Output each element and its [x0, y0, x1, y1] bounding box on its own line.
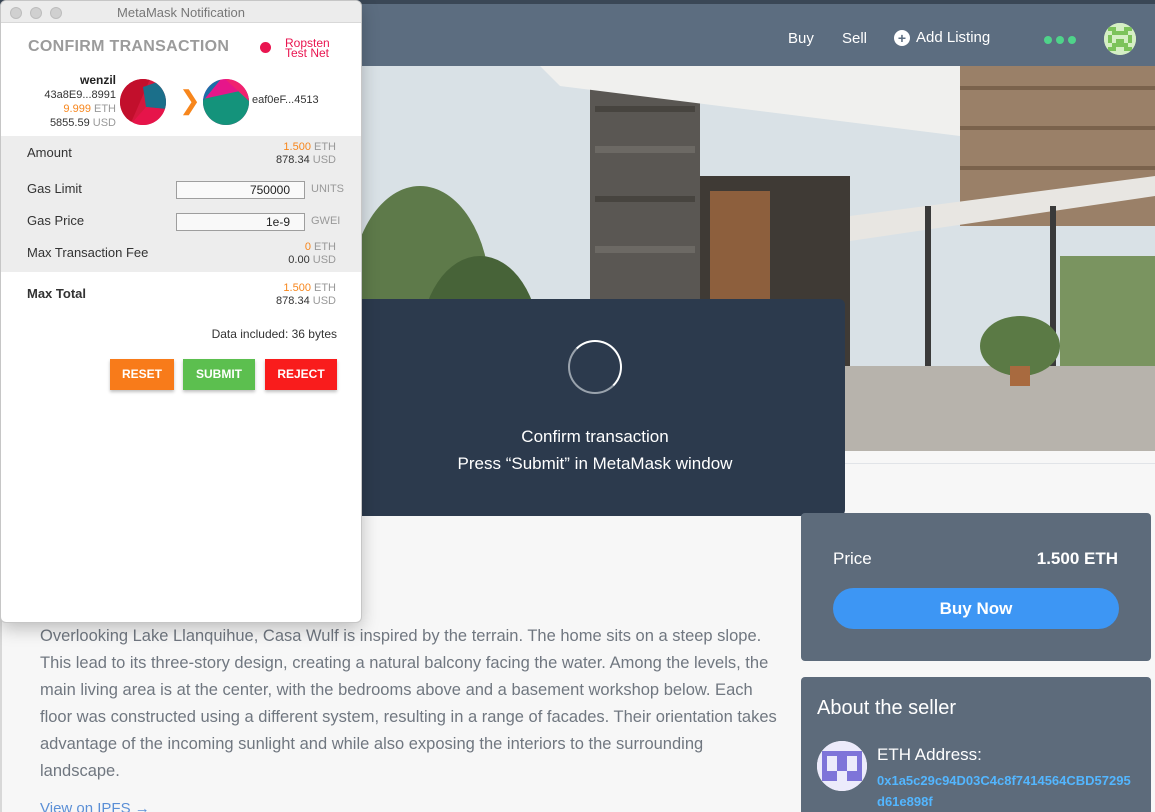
- amount-eth: 1.500 ETH: [283, 141, 336, 153]
- reject-button[interactable]: REJECT: [265, 359, 337, 390]
- gas-price-input[interactable]: [176, 213, 305, 231]
- gas-price-unit: GWEI: [311, 215, 341, 227]
- price-value: 1.500 ETH: [1036, 549, 1118, 568]
- reset-button[interactable]: RESET: [110, 359, 174, 390]
- amount-label: Amount: [27, 145, 72, 160]
- amount-usd: 878.34 USD: [276, 154, 336, 166]
- nav-add-listing-link[interactable]: + Add Listing: [894, 29, 990, 46]
- sender-address: 43a8E9...8991: [44, 89, 116, 101]
- max-fee-usd: 0.00 USD: [288, 254, 336, 266]
- data-included-note: Data included: 36 bytes: [211, 327, 337, 341]
- max-fee-usd-unit: USD: [312, 254, 336, 266]
- transaction-status-overlay: Confirm transaction Press “Submit” in Me…: [345, 299, 845, 516]
- plus-circle-icon: +: [894, 29, 910, 46]
- nav-sell-link[interactable]: Sell: [842, 30, 867, 47]
- max-total-usd-value: 878.34: [276, 295, 310, 307]
- buy-now-button[interactable]: Buy Now: [833, 588, 1119, 629]
- loading-spinner-icon: [568, 340, 622, 394]
- gas-limit-unit: UNITS: [311, 183, 344, 195]
- recipient-address: eaf0eF...4513: [252, 94, 319, 106]
- max-fee-eth-unit: ETH: [314, 241, 336, 253]
- seller-card: About the seller ETH Address: 0x1a5c29c9…: [801, 677, 1151, 812]
- window-titlebar: MetaMask Notification: [1, 1, 361, 23]
- window-title: MetaMask Notification: [117, 5, 245, 20]
- nav-buy-link[interactable]: Buy: [788, 30, 814, 47]
- nav-add-listing-label: Add Listing: [916, 29, 991, 46]
- amount-eth-unit: ETH: [314, 141, 336, 153]
- max-fee-eth-value: 0: [304, 241, 311, 253]
- max-total-eth-value: 1.500: [283, 282, 311, 294]
- ipfs-link[interactable]: View on IPFS →: [40, 800, 150, 812]
- gas-price-label: Gas Price: [27, 213, 85, 228]
- network-name[interactable]: Ropsten Test Net: [285, 37, 345, 59]
- seller-title: About the seller: [817, 697, 956, 719]
- amount-usd-unit: USD: [312, 154, 336, 166]
- eth-address-label: ETH Address:: [877, 745, 982, 764]
- sender-eth-value: 9.999: [63, 103, 91, 115]
- listing-description: Overlooking Lake Llanquihue, Casa Wulf i…: [40, 627, 777, 780]
- sender-eth-balance: 9.999 ETH: [31, 103, 116, 115]
- seller-avatar: [817, 741, 867, 791]
- eth-address-link[interactable]: 0x1a5c29c94D03C4c8f7414564CBD57295d61e89…: [877, 770, 1137, 812]
- sender-identicon: [120, 79, 166, 125]
- submit-button[interactable]: SUBMIT: [183, 359, 255, 390]
- sender-eth-unit: ETH: [94, 103, 116, 115]
- user-avatar[interactable]: [1104, 23, 1136, 55]
- metamask-notification-window: MetaMask Notification CONFIRM TRANSACTIO…: [1, 1, 361, 622]
- max-fee-label: Max Transaction Fee: [27, 245, 149, 260]
- sender-usd-balance: 5855.59 USD: [31, 117, 116, 129]
- chevron-right-icon: ❯: [179, 85, 201, 115]
- max-total-eth: 1.500 ETH: [283, 282, 336, 294]
- more-dots-icon[interactable]: [1044, 36, 1076, 44]
- max-total-label: Max Total: [27, 286, 86, 301]
- overlay-title: Confirm transaction: [521, 427, 669, 446]
- max-total-usd-unit: USD: [312, 295, 336, 307]
- amount-eth-value: 1.500: [283, 141, 311, 153]
- confirm-transaction-heading: CONFIRM TRANSACTION: [28, 38, 230, 55]
- price-card: Price 1.500 ETH Buy Now: [801, 513, 1151, 661]
- max-total-usd: 878.34 USD: [276, 295, 336, 307]
- gas-limit-label: Gas Limit: [27, 181, 82, 196]
- sender-usd-unit: USD: [92, 117, 116, 129]
- price-label: Price: [833, 549, 872, 568]
- sender-usd-value: 5855.59: [49, 117, 90, 129]
- max-fee-eth: 0 ETH: [305, 241, 336, 253]
- gas-limit-input[interactable]: [176, 181, 305, 199]
- overlay-instruction: Press “Submit” in MetaMask window: [457, 454, 733, 473]
- network-status-dot: [260, 42, 271, 53]
- amount-usd-value: 878.34: [276, 154, 310, 166]
- sender-account-name: wenzil: [79, 73, 116, 87]
- max-fee-usd-value: 0.00: [288, 254, 310, 266]
- recipient-identicon: [203, 79, 249, 125]
- max-total-eth-unit: ETH: [314, 282, 336, 294]
